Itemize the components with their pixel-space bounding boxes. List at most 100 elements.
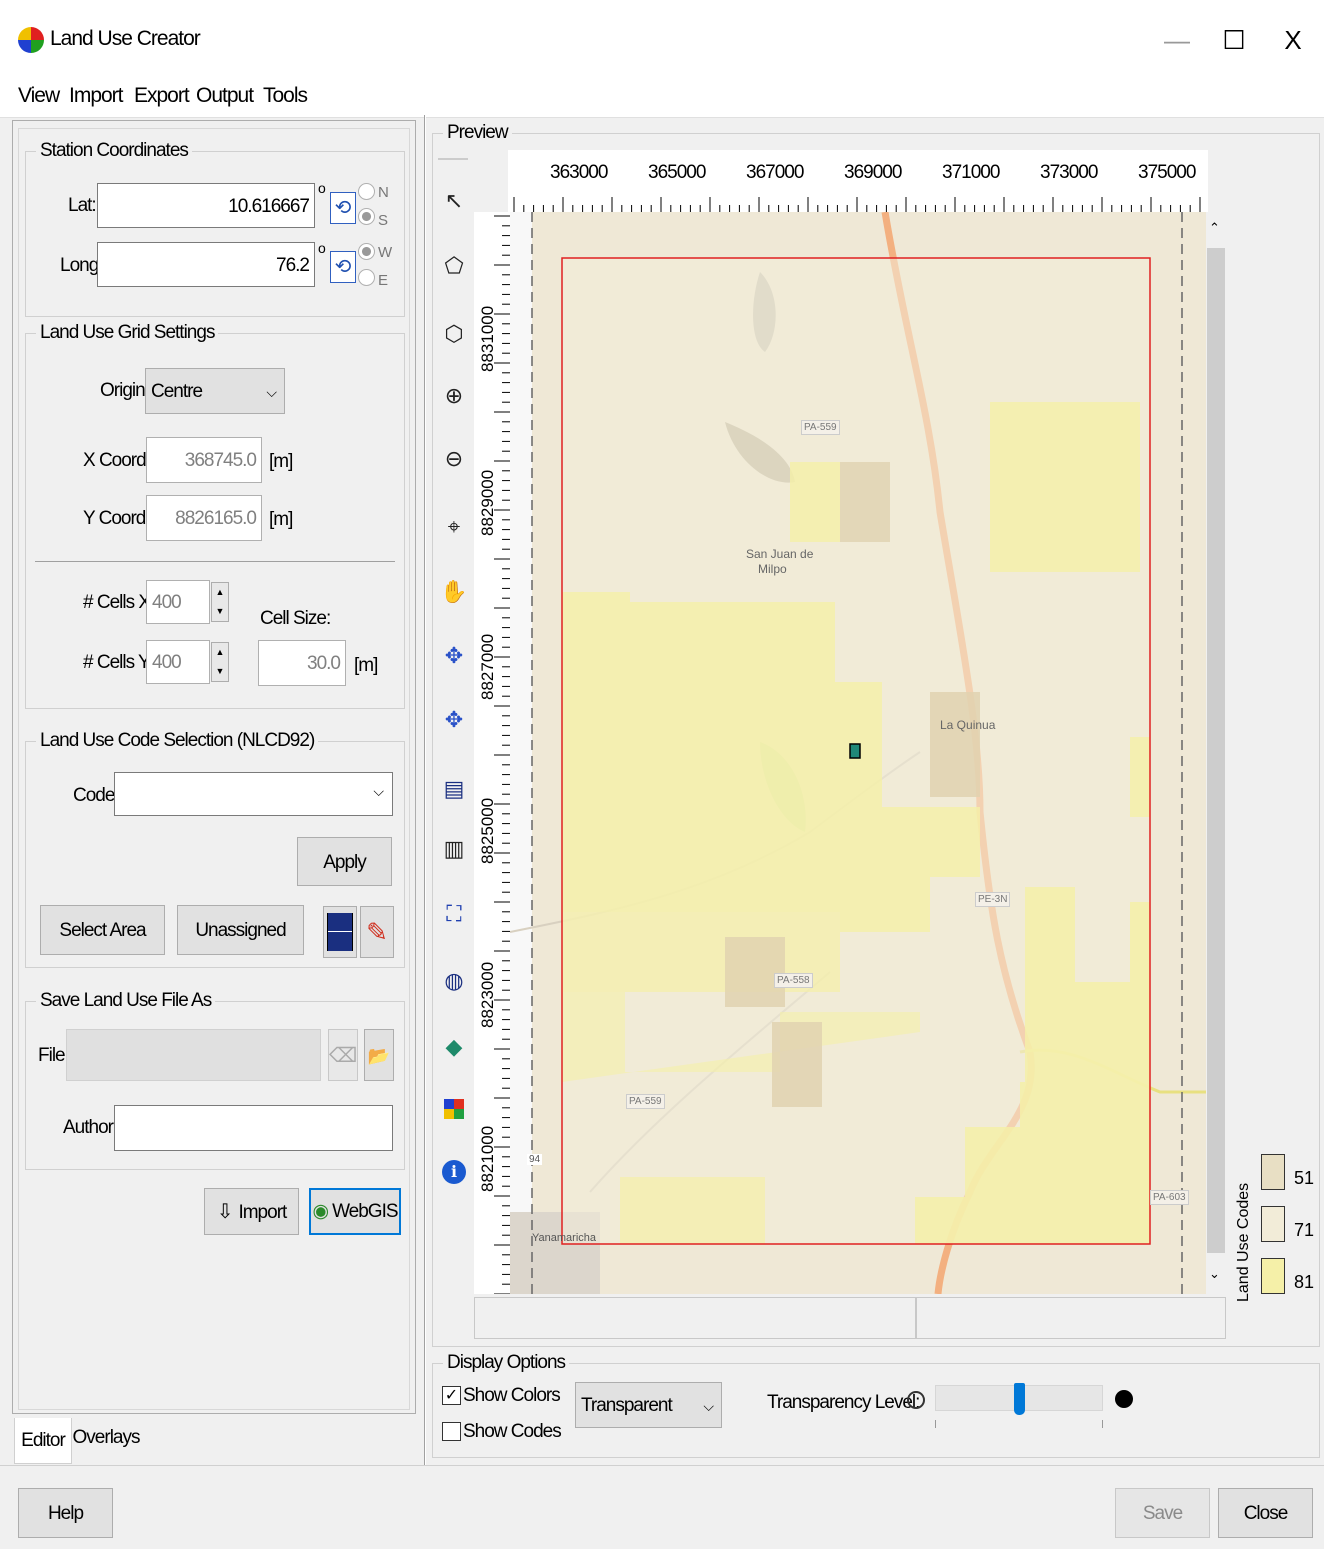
lat-convert-icon[interactable]: ⟲ [330, 192, 356, 224]
map-canvas[interactable]: PA-559 San Juan de Milpo La Quinua PE-3N… [510, 212, 1206, 1294]
cell-size-input[interactable]: 30.0 [258, 640, 346, 686]
help-button[interactable]: Help [18, 1488, 113, 1538]
menu-export[interactable]: Export [134, 84, 190, 108]
window-title: Land Use Creator [50, 27, 201, 50]
apply-button[interactable]: Apply [297, 837, 392, 886]
save-button[interactable]: Save [1115, 1488, 1210, 1538]
land-use-swatch [1261, 1154, 1285, 1190]
map-label-road: PE-3N [975, 892, 1011, 907]
map-label-road: PA-559 [801, 420, 840, 435]
menu-tools[interactable]: Tools [263, 84, 308, 108]
minimize-button[interactable]: — [1157, 20, 1197, 60]
station-marker [849, 743, 861, 759]
show-codes-checkbox[interactable] [442, 1422, 461, 1441]
zoom-in-icon[interactable]: ⊕ [440, 382, 468, 410]
long-input[interactable]: 76.2 [97, 242, 315, 287]
station-coordinates-legend: Station Coordinates [40, 140, 189, 161]
close-window-button[interactable]: X [1273, 20, 1313, 60]
center-crosshair-icon[interactable]: ⌖ [440, 513, 468, 541]
import-button[interactable]: ⇩ Import [204, 1188, 299, 1235]
grid-color-button[interactable] [323, 906, 357, 958]
lat-degree: o [318, 180, 326, 196]
cells-y-label: # Cells Y: [83, 652, 154, 673]
x-tick-label: 371000 [942, 162, 1000, 183]
radio-west[interactable] [358, 243, 375, 260]
scrollbar-thumb[interactable] [1207, 248, 1225, 1253]
opaque-end-icon [1115, 1390, 1133, 1408]
radio-south[interactable] [358, 208, 375, 225]
show-colors-checkbox[interactable]: ✓ [442, 1386, 461, 1405]
radio-east[interactable] [358, 269, 375, 286]
file-label: File: [38, 1045, 70, 1066]
author-input[interactable] [114, 1105, 393, 1151]
maximize-button[interactable]: ☐ [1214, 20, 1254, 60]
x-ruler-ticks [513, 197, 1201, 213]
menu-output[interactable]: Output [196, 84, 254, 108]
info-icon[interactable]: i [442, 1160, 466, 1184]
origin-select[interactable]: Centre ⌵ [145, 368, 285, 414]
cells-x-label: # Cells X: [83, 592, 155, 613]
zoom-grid-icon[interactable]: ✥ [440, 706, 468, 734]
transparency-slider-thumb[interactable] [1014, 1383, 1025, 1415]
menu-view[interactable]: View [18, 84, 60, 108]
app-icon [18, 27, 44, 53]
ruler-icon[interactable]: ▤ [440, 775, 468, 803]
file-input[interactable] [66, 1029, 321, 1081]
cells-y-stepper[interactable]: ▲ ▼ [211, 642, 229, 682]
grid-settings-legend: Land Use Grid Settings [40, 322, 215, 343]
unassigned-button[interactable]: Unassigned [177, 905, 304, 955]
close-button[interactable]: Close [1218, 1488, 1313, 1538]
webgis-button[interactable]: ◉ WebGIS [309, 1188, 401, 1235]
select-area-button[interactable]: Select Area [40, 905, 165, 955]
scroll-up-icon[interactable]: ⌃ [1209, 220, 1220, 236]
y-coord-input[interactable]: 8826165.0 [146, 495, 262, 541]
tab-overlays[interactable]: Overlays [72, 1418, 141, 1458]
long-convert-icon[interactable]: ⟲ [330, 251, 356, 283]
color-grid-icon[interactable] [444, 1099, 464, 1119]
radio-north[interactable] [358, 183, 375, 200]
land-use-code-label: 81 [1294, 1272, 1315, 1292]
globe-icon[interactable]: ◍ [440, 967, 468, 995]
x-tick-label: 369000 [844, 162, 902, 183]
import-icon: ⇩ [216, 1201, 234, 1223]
pointer-tool-icon[interactable]: ↖ [440, 187, 468, 215]
clear-file-button[interactable]: ⌫ [328, 1029, 358, 1081]
zoom-out-icon[interactable]: ⊖ [440, 445, 468, 473]
map-label-town: Milpo [758, 562, 787, 576]
x-coord-input[interactable]: 368745.0 [146, 437, 262, 483]
transparency-label: Transparency Level: [767, 1392, 920, 1413]
pan-hand-icon[interactable]: ✋ [440, 578, 468, 606]
eraser-button[interactable]: ✎ [360, 906, 394, 958]
y-tick-label: 8823000 [478, 961, 497, 1028]
cell-size-unit: [m] [354, 655, 378, 676]
cells-x-stepper[interactable]: ▲ ▼ [211, 582, 229, 622]
zoom-extent-icon[interactable]: ✥ [440, 642, 468, 670]
browse-folder-button[interactable]: 📂 [364, 1029, 394, 1081]
building-icon[interactable]: ▥ [440, 835, 468, 863]
map-label-town: La Quinua [940, 718, 996, 732]
land-use-code-legend: Land Use Code Selection (NLCD92) [40, 730, 315, 751]
code-select[interactable]: ⌵ [114, 772, 393, 816]
polygon-select-icon[interactable]: ⬠ [440, 252, 468, 280]
eraser-icon: ✎ [366, 917, 388, 947]
display-mode-select[interactable]: Transparent ⌵ [575, 1382, 722, 1428]
map-label-road: PA-603 [1150, 1190, 1189, 1205]
code-label: Code: [73, 785, 120, 806]
status-panel-right [916, 1297, 1226, 1339]
cells-x-input[interactable]: 400 [146, 580, 210, 624]
lat-input[interactable]: 10.616667 [97, 183, 315, 228]
map-label-road: PA-559 [626, 1094, 665, 1109]
save-file-legend: Save Land Use File As [40, 990, 212, 1011]
cells-y-input[interactable]: 400 [146, 640, 210, 684]
scroll-down-icon[interactable]: ⌄ [1209, 1266, 1220, 1282]
long-degree: o [318, 240, 326, 256]
land-use-code-label: 51 [1294, 1168, 1315, 1188]
polygon-pointer-icon[interactable]: ⬡ [440, 320, 468, 348]
tab-editor[interactable]: Editor [14, 1418, 72, 1464]
crop-icon[interactable]: ⛶ [440, 900, 468, 928]
origin-value: Centre [151, 381, 203, 402]
y-tick-label: 8827000 [478, 633, 497, 700]
menu-import[interactable]: Import [69, 84, 124, 108]
status-panel-left [474, 1297, 916, 1339]
layers-icon[interactable]: ◆ [440, 1033, 468, 1061]
